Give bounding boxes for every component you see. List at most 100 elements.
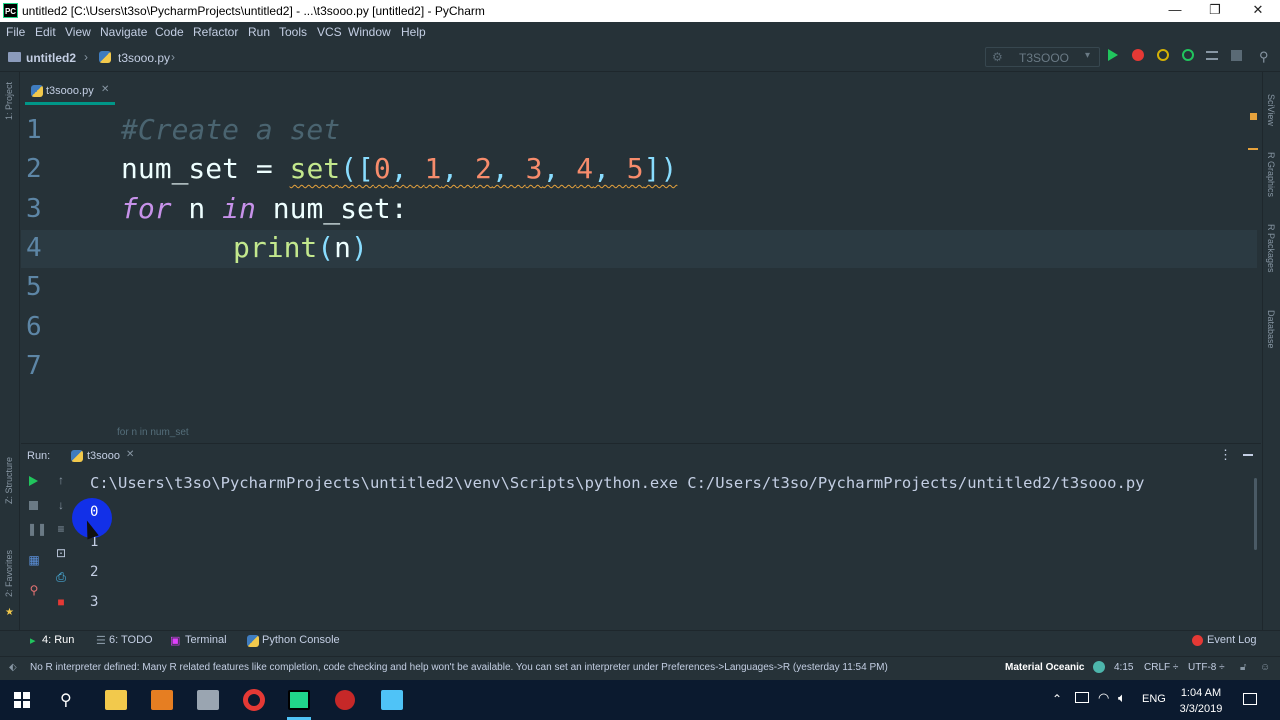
structure-tool-tab[interactable]: Z: Structure [4, 457, 14, 504]
line-number: 3 [26, 194, 42, 224]
tab-run[interactable]: 4: Run [42, 634, 74, 646]
profile-icon[interactable] [1182, 49, 1194, 61]
tab-terminal[interactable]: Terminal [185, 634, 227, 646]
tab-t3sooo-py[interactable]: t3sooo.py ✕ [25, 79, 115, 105]
run-tab-label[interactable]: t3sooo [87, 450, 120, 462]
concurrency-icon[interactable] [1206, 51, 1218, 60]
notifications-icon[interactable] [1243, 693, 1257, 705]
number-literal: 2 [475, 152, 492, 185]
punctuation: ]) [643, 152, 678, 185]
stop-icon[interactable] [29, 501, 38, 510]
tab-python-console[interactable]: Python Console [262, 634, 340, 646]
inspector-icon[interactable]: ☺ [1260, 662, 1270, 673]
minimize-button[interactable]: — [1160, 2, 1190, 20]
number-literal: 3 [525, 152, 543, 185]
breadcrumb-project[interactable]: untitled2 [26, 51, 76, 65]
scroll-to-end-icon[interactable]: ⊡ [54, 546, 68, 560]
coverage-icon[interactable] [1157, 49, 1169, 61]
scroll-up-icon[interactable]: ↑ [54, 473, 68, 487]
scroll-down-icon[interactable]: ↓ [54, 498, 68, 512]
breadcrumb-file[interactable]: t3sooo.py [118, 51, 170, 65]
console-scrollbar[interactable] [1254, 478, 1257, 550]
editor-app-icon[interactable] [381, 690, 403, 710]
project-tool-tab[interactable]: 1: Project [4, 82, 14, 120]
comment: #Create a set [121, 113, 341, 146]
stop-icon[interactable] [1231, 50, 1242, 61]
battery-icon[interactable] [1075, 692, 1089, 703]
restore-button[interactable]: ❐ [1200, 2, 1230, 20]
left-tool-strip: 1: Project Z: Structure 2: Favorites ★ [0, 72, 20, 632]
close-button[interactable]: ✕ [1243, 2, 1273, 20]
hide-panel-icon[interactable] [1243, 454, 1253, 456]
windows-start-icon[interactable] [14, 692, 30, 708]
print-icon[interactable]: ⎙ [54, 570, 68, 584]
sublime-text-icon[interactable] [151, 690, 173, 710]
line-number: 6 [26, 312, 42, 342]
wifi-icon[interactable]: ◠ [1098, 690, 1109, 706]
menu-window[interactable]: Window [348, 25, 391, 39]
run-panel-header: Run: t3sooo ✕ ⋮ [21, 444, 1261, 466]
menu-tools[interactable]: Tools [279, 25, 307, 39]
menu-vcs[interactable]: VCS [317, 25, 342, 39]
tab-event-log[interactable]: Event Log [1207, 634, 1257, 646]
volume-icon[interactable]: 🔈︎ [1118, 690, 1126, 706]
punctuation: , [542, 152, 577, 185]
run-tab-icon: ▸ [30, 635, 36, 647]
run-tab-close-icon[interactable]: ✕ [126, 449, 134, 460]
run-toolbar: ↑ ↓ ❚❚ ≡ ▦ ⊡ ⎙ ⚲ ■ [21, 468, 71, 628]
input-language[interactable]: ENG [1142, 693, 1166, 705]
system-clock[interactable]: 1:04 AM 3/3/2019 [1170, 685, 1232, 717]
menu-code[interactable]: Code [155, 25, 184, 39]
pin-icon[interactable]: ⚲ [27, 583, 41, 597]
punctuation: , [441, 152, 476, 185]
run-configuration-select[interactable]: ⚙ T3SOOO ▾ [985, 47, 1100, 67]
debug-icon[interactable] [1132, 49, 1144, 61]
code-line-1: #Create a set [121, 113, 340, 146]
menu-run[interactable]: Run [248, 25, 270, 39]
console-output-line: 0 [90, 504, 99, 520]
r-packages-tool-tab[interactable]: R Packages [1266, 224, 1276, 273]
warning-marker-icon[interactable] [1250, 113, 1257, 120]
layout-icon[interactable]: ▦ [27, 553, 41, 567]
status-message[interactable]: No R interpreter defined: Many R related… [30, 662, 888, 673]
clear-trash-icon[interactable]: ■ [54, 595, 68, 609]
opera-icon[interactable] [243, 689, 265, 711]
file-explorer-icon[interactable] [105, 690, 127, 710]
menu-edit[interactable]: Edit [35, 25, 56, 39]
code-breadcrumb[interactable]: for n in num_set [117, 427, 189, 438]
database-tool-tab[interactable]: Database [1266, 310, 1276, 349]
run-icon[interactable] [1108, 49, 1118, 61]
menu-file[interactable]: File [6, 25, 25, 39]
pause-icon[interactable]: ❚❚ [27, 522, 47, 536]
run-panel [21, 443, 1261, 630]
lock-icon[interactable]: 🔓︎ [1240, 662, 1246, 673]
line-number: 7 [26, 351, 42, 381]
terminal-icon: ▣ [170, 635, 181, 647]
sciview-tool-tab[interactable]: SciView [1266, 94, 1276, 126]
app-icon[interactable] [197, 690, 219, 710]
menu-refactor[interactable]: Refactor [193, 25, 238, 39]
tab-close-icon[interactable]: ✕ [101, 84, 109, 95]
rerun-icon[interactable] [29, 476, 38, 486]
menu-view[interactable]: View [65, 25, 91, 39]
recorder-icon[interactable] [335, 690, 355, 710]
favorites-tool-tab[interactable]: 2: Favorites [4, 550, 14, 597]
chevron-up-icon[interactable]: ⌃ [1052, 692, 1062, 706]
caret-position[interactable]: 4:15 [1114, 662, 1133, 673]
tab-todo[interactable]: 6: TODO [109, 634, 153, 646]
soft-wrap-icon[interactable]: ≡ [54, 522, 68, 536]
theme-name[interactable]: Material Oceanic [1005, 662, 1084, 673]
file-encoding[interactable]: UTF-8 ÷ [1188, 662, 1225, 673]
menu-navigate[interactable]: Navigate [100, 25, 147, 39]
warning-stripe-marker[interactable] [1248, 148, 1258, 150]
more-options-icon[interactable]: ⋮ [1219, 447, 1232, 463]
menu-help[interactable]: Help [401, 25, 426, 39]
line-separator[interactable]: CRLF ÷ [1144, 662, 1178, 673]
search-icon[interactable]: ⚲ [60, 690, 72, 710]
search-icon[interactable]: ⚲ [1259, 49, 1269, 65]
line-number: 4 [26, 233, 42, 263]
run-config-label: T3SOOO [1019, 51, 1070, 65]
pycharm-taskbar-icon[interactable] [288, 690, 310, 710]
identifier: n [171, 192, 223, 225]
r-graphics-tool-tab[interactable]: R Graphics [1266, 152, 1276, 197]
